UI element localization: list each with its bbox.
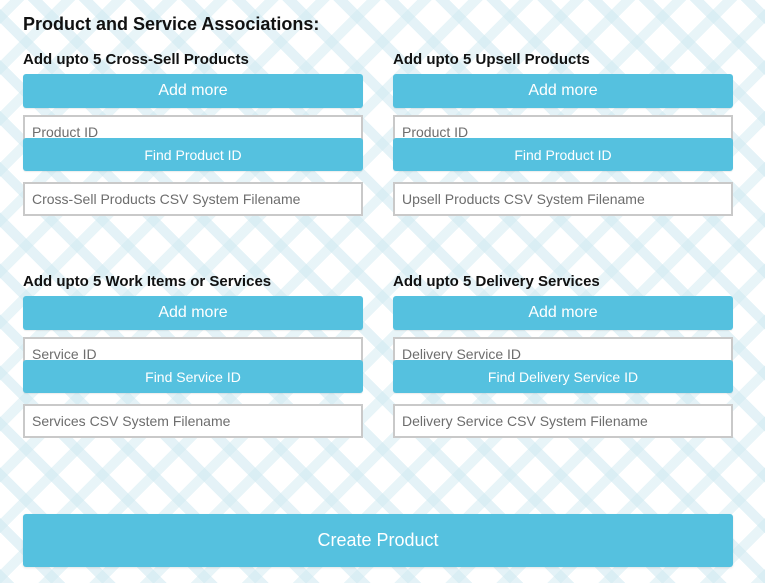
upsell-title: Add upto 5 Upsell Products [393, 51, 590, 68]
cross-sell-title: Add upto 5 Cross-Sell Products [23, 51, 249, 68]
upsell-add-more-button[interactable]: Add more [393, 74, 733, 108]
upsell-csv-filename-input[interactable] [393, 182, 733, 216]
create-product-button[interactable]: Create Product [23, 514, 733, 567]
cross-sell-csv-filename-input[interactable] [23, 182, 363, 216]
delivery-title: Add upto 5 Delivery Services [393, 273, 600, 290]
delivery-csv-filename-input[interactable] [393, 404, 733, 438]
find-service-id-button[interactable]: Find Service ID [23, 360, 363, 393]
delivery-add-more-button[interactable]: Add more [393, 296, 733, 330]
cross-sell-find-product-id-button[interactable]: Find Product ID [23, 138, 363, 171]
services-add-more-button[interactable]: Add more [23, 296, 363, 330]
cross-sell-add-more-button[interactable]: Add more [23, 74, 363, 108]
find-delivery-service-id-button[interactable]: Find Delivery Service ID [393, 360, 733, 393]
section-heading: Product and Service Associations: [23, 14, 320, 34]
upsell-find-product-id-button[interactable]: Find Product ID [393, 138, 733, 171]
services-csv-filename-input[interactable] [23, 404, 363, 438]
services-title: Add upto 5 Work Items or Services [23, 273, 272, 290]
